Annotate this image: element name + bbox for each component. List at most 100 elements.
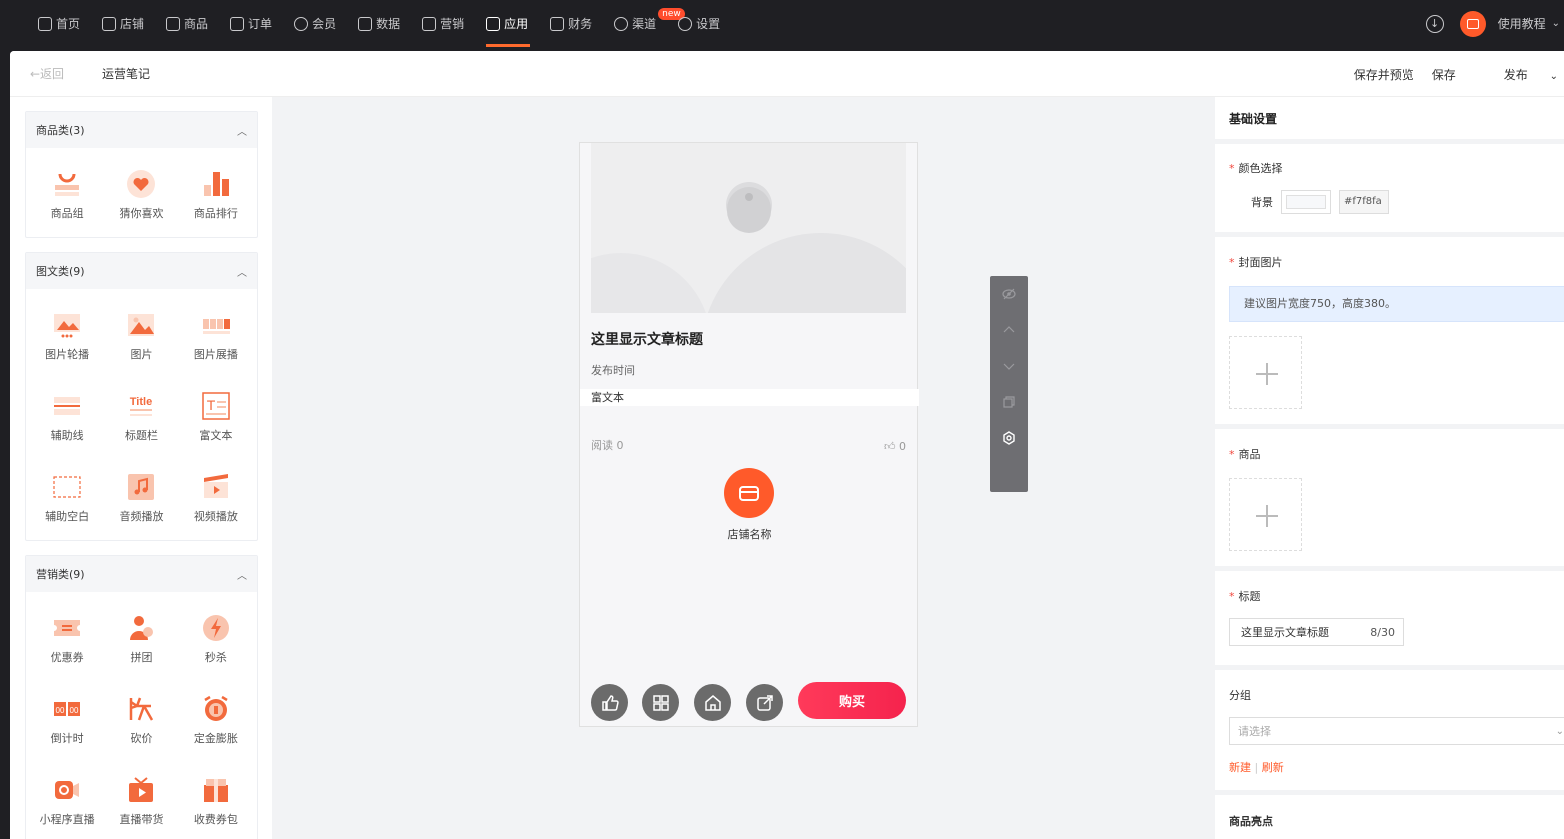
highlight-section: 商品亮点	[1215, 795, 1564, 839]
title-input[interactable]: 这里显示文章标题 8/30	[1229, 618, 1404, 646]
nav-item-2[interactable]: 商品	[166, 0, 222, 47]
buy-button[interactable]: 购买	[798, 682, 906, 719]
save-preview-button[interactable]: 保存并预览	[1354, 66, 1414, 83]
nav-item-6[interactable]: 营销	[422, 0, 478, 47]
settings-icon[interactable]	[1002, 431, 1016, 445]
component-item[interactable]: 00 00 倒计时	[30, 679, 104, 760]
cover-section: * 封面图片 建议图片宽度750，高度380。	[1215, 237, 1564, 424]
component-item[interactable]: 小程序直播	[30, 760, 104, 839]
publish-time: 发布时间	[591, 364, 635, 377]
chevron-down-icon: ⌄	[1549, 70, 1558, 82]
tutorial-link[interactable]: 使用教程	[1498, 15, 1546, 32]
share-button[interactable]	[746, 684, 783, 721]
home-button[interactable]	[694, 684, 731, 721]
avatar[interactable]	[1459, 10, 1486, 37]
nav-item-1[interactable]: 店铺	[102, 0, 158, 47]
component-icon	[201, 694, 231, 724]
title-input-value: 这里显示文章标题	[1241, 626, 1329, 639]
nav-item-8[interactable]: 财务	[550, 0, 606, 47]
title-label: 标题	[1238, 590, 1261, 603]
like-count: 👍︎ 0	[884, 440, 906, 453]
nav-item-3[interactable]: 订单	[230, 0, 286, 47]
component-icon	[126, 310, 156, 340]
back-link[interactable]: ←返回	[30, 65, 102, 82]
refresh-group-link[interactable]: 刷新	[1262, 761, 1284, 774]
component-grid: 图片轮播 图片 图片展播辅助线 Title 标题栏 T 富文本辅助空白 音频播放 视频播放	[26, 289, 257, 540]
chevron-up-icon[interactable]: ︿	[237, 264, 247, 279]
component-label: 商品组	[50, 206, 84, 220]
component-label: 收费券包	[193, 812, 238, 826]
component-item[interactable]: 拼团	[104, 598, 178, 679]
component-item[interactable]: 猜你喜欢	[104, 154, 178, 235]
component-item[interactable]: 商品组	[30, 154, 104, 235]
like-button[interactable]	[591, 684, 628, 721]
publish-button[interactable]: 发布 ⌄	[1486, 66, 1558, 83]
component-item[interactable]: 直播带货	[104, 760, 178, 839]
color-hex-value: #f7f8fa	[1344, 196, 1382, 207]
nav-item-4[interactable]: 会员	[294, 0, 350, 47]
component-item[interactable]: 优惠券	[30, 598, 104, 679]
color-hex-input[interactable]: #f7f8fa	[1339, 190, 1389, 214]
component-icon	[201, 310, 231, 340]
title-section: * 标题 这里显示文章标题 8/30	[1215, 571, 1564, 665]
download-icon[interactable]: ↓	[1425, 14, 1444, 33]
goods-icon	[166, 16, 181, 31]
component-item[interactable]: 秒杀	[179, 598, 253, 679]
component-label: 音频播放	[119, 509, 164, 523]
component-panel: 商品类(3) ︿ 商品组 猜你喜欢 商品排行 图文类(9) ︿ 图片轮播 图片 图片展播 辅助线 Ti…	[10, 97, 272, 839]
thumbs-up-icon	[601, 694, 619, 711]
component-icon	[126, 694, 156, 724]
goods-label: 商品	[1238, 448, 1261, 461]
chevron-down-icon[interactable]	[1002, 359, 1016, 373]
nav-item-9[interactable]: 渠道 new	[614, 0, 685, 47]
gear-icon	[678, 16, 693, 31]
group-select[interactable]: 请选择 ⌄	[1229, 717, 1564, 745]
copy-icon[interactable]	[1002, 395, 1016, 409]
component-item[interactable]: 收费券包	[179, 760, 253, 839]
component-item[interactable]: 视频播放	[179, 457, 253, 538]
chevron-up-icon[interactable]: ︿	[237, 123, 247, 138]
home-icon	[38, 16, 52, 31]
group-header[interactable]: 营销类(9) ︿	[26, 556, 257, 592]
new-group-link[interactable]: 新建	[1229, 761, 1251, 774]
component-grid: 优惠券 拼团 秒杀 00 00 倒计时 砍价 定金膨胀小程序直播 直播带货 收费券包	[26, 592, 257, 839]
eye-hide-icon[interactable]	[1002, 287, 1016, 301]
shop-avatar	[724, 468, 774, 518]
group-header[interactable]: 商品类(3) ︿	[26, 112, 257, 148]
read-count: 阅读 0	[591, 439, 624, 452]
cover-tip: 建议图片宽度750，高度380。	[1229, 286, 1564, 322]
group-header[interactable]: 图文类(9) ︿	[26, 253, 257, 289]
editor-toolbar: ←返回 运营笔记 保存并预览 保存 发布 ⌄	[10, 51, 1564, 97]
cover-placeholder	[591, 143, 906, 313]
chevron-up-icon[interactable]	[1002, 323, 1016, 337]
nav-item-0[interactable]: 首页	[38, 0, 94, 47]
goods-add-button[interactable]	[1229, 478, 1302, 551]
component-item[interactable]: T 富文本	[179, 376, 253, 457]
component-item[interactable]: 辅助线	[30, 376, 104, 457]
component-item[interactable]: 图片	[104, 295, 178, 376]
phone-preview[interactable]: 这里显示文章标题 发布时间 富文本 阅读 0 👍︎ 0 店铺名称 购买	[579, 142, 919, 727]
component-item[interactable]: 定金膨胀	[179, 679, 253, 760]
nav-item-label: 营销	[440, 17, 465, 31]
component-item[interactable]: 辅助空白	[30, 457, 104, 538]
component-icon	[52, 391, 82, 421]
nav-list: 首页 店铺 商品 订单 会员 数据 营销 应用 财务 渠道 new 设置	[38, 0, 742, 47]
component-icon	[126, 472, 156, 502]
chevron-up-icon[interactable]: ︿	[237, 567, 247, 582]
component-item[interactable]: Title 标题栏	[104, 376, 178, 457]
nav-item-5[interactable]: 数据	[358, 0, 414, 47]
chart-icon	[358, 16, 373, 31]
save-button[interactable]: 保存	[1432, 66, 1456, 83]
component-item[interactable]: 商品排行	[179, 154, 253, 235]
nav-item-10[interactable]: 设置	[678, 0, 734, 47]
component-item[interactable]: 砍价	[104, 679, 178, 760]
category-button[interactable]	[642, 684, 679, 721]
color-swatch[interactable]	[1281, 190, 1331, 214]
nav-item-7[interactable]: 应用	[486, 0, 542, 47]
cover-upload-button[interactable]	[1229, 336, 1302, 409]
chevron-down-icon[interactable]: ⌄	[1552, 18, 1560, 29]
component-item[interactable]: 图片轮播	[30, 295, 104, 376]
component-item[interactable]: 图片展播	[179, 295, 253, 376]
component-label: 优惠券	[50, 650, 84, 664]
component-item[interactable]: 音频播放	[104, 457, 178, 538]
